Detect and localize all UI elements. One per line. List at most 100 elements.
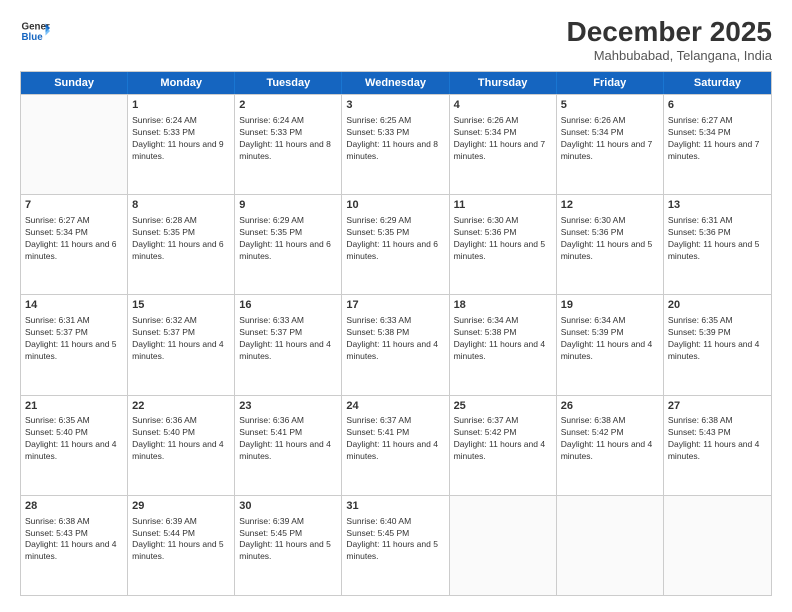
calendar-cell: 28 Sunrise: 6:38 AMSunset: 5:43 PMDayligh… <box>21 496 128 595</box>
calendar-cell: 4 Sunrise: 6:26 AMSunset: 5:34 PMDaylight… <box>450 95 557 194</box>
cell-info: Sunrise: 6:34 AMSunset: 5:38 PMDaylight:… <box>454 315 552 363</box>
day-number: 14 <box>25 298 123 313</box>
day-number: 21 <box>25 399 123 414</box>
day-number: 5 <box>561 98 659 113</box>
day-number: 1 <box>132 98 230 113</box>
day-number: 17 <box>346 298 444 313</box>
cell-info: Sunrise: 6:38 AMSunset: 5:42 PMDaylight:… <box>561 415 659 463</box>
weekday-header: Monday <box>128 72 235 94</box>
calendar-cell <box>21 95 128 194</box>
cell-info: Sunrise: 6:30 AMSunset: 5:36 PMDaylight:… <box>454 215 552 263</box>
calendar-row: 7 Sunrise: 6:27 AMSunset: 5:34 PMDaylight… <box>21 194 771 294</box>
cell-info: Sunrise: 6:35 AMSunset: 5:40 PMDaylight:… <box>25 415 123 463</box>
calendar-body: 1 Sunrise: 6:24 AMSunset: 5:33 PMDaylight… <box>21 94 771 595</box>
weekday-header: Wednesday <box>342 72 449 94</box>
calendar-row: 28 Sunrise: 6:38 AMSunset: 5:43 PMDayligh… <box>21 495 771 595</box>
calendar-cell: 12 Sunrise: 6:30 AMSunset: 5:36 PMDayligh… <box>557 195 664 294</box>
calendar-cell: 14 Sunrise: 6:31 AMSunset: 5:37 PMDayligh… <box>21 295 128 394</box>
calendar-cell: 3 Sunrise: 6:25 AMSunset: 5:33 PMDaylight… <box>342 95 449 194</box>
calendar-cell: 11 Sunrise: 6:30 AMSunset: 5:36 PMDayligh… <box>450 195 557 294</box>
day-number: 26 <box>561 399 659 414</box>
day-number: 3 <box>346 98 444 113</box>
calendar-cell: 5 Sunrise: 6:26 AMSunset: 5:34 PMDaylight… <box>557 95 664 194</box>
calendar-cell: 13Sunrise: 6:31 AMSunset: 5:36 PMDayligh… <box>664 195 771 294</box>
calendar-cell: 24Sunrise: 6:37 AMSunset: 5:41 PMDayligh… <box>342 396 449 495</box>
day-number: 4 <box>454 98 552 113</box>
logo-icon: General Blue <box>20 16 50 46</box>
day-number: 24 <box>346 399 444 414</box>
calendar-cell <box>557 496 664 595</box>
weekday-header: Saturday <box>664 72 771 94</box>
day-number: 15 <box>132 298 230 313</box>
calendar-cell: 20 Sunrise: 6:35 AMSunset: 5:39 PMDayligh… <box>664 295 771 394</box>
day-number: 25 <box>454 399 552 414</box>
logo: General Blue <box>20 16 50 46</box>
calendar-cell: 29Sunrise: 6:39 AMSunset: 5:44 PMDayligh… <box>128 496 235 595</box>
day-number: 13 <box>668 198 767 213</box>
calendar-cell: 1 Sunrise: 6:24 AMSunset: 5:33 PMDaylight… <box>128 95 235 194</box>
calendar-cell: 9Sunrise: 6:29 AMSunset: 5:35 PMDaylight… <box>235 195 342 294</box>
day-number: 31 <box>346 499 444 514</box>
calendar-cell: 16Sunrise: 6:33 AMSunset: 5:37 PMDayligh… <box>235 295 342 394</box>
weekday-header: Tuesday <box>235 72 342 94</box>
cell-info: Sunrise: 6:28 AMSunset: 5:35 PMDaylight:… <box>132 215 230 263</box>
calendar-cell <box>664 496 771 595</box>
weekday-header: Sunday <box>21 72 128 94</box>
svg-text:Blue: Blue <box>22 32 44 43</box>
title-block: December 2025 Mahbubabad, Telangana, Ind… <box>567 16 772 63</box>
cell-info: Sunrise: 6:24 AMSunset: 5:33 PMDaylight:… <box>239 115 337 163</box>
cell-info: Sunrise: 6:36 AMSunset: 5:40 PMDaylight:… <box>132 415 230 463</box>
day-number: 22 <box>132 399 230 414</box>
calendar-cell: 21Sunrise: 6:35 AMSunset: 5:40 PMDayligh… <box>21 396 128 495</box>
day-number: 7 <box>25 198 123 213</box>
calendar-cell: 30Sunrise: 6:39 AMSunset: 5:45 PMDayligh… <box>235 496 342 595</box>
cell-info: Sunrise: 6:26 AMSunset: 5:34 PMDaylight:… <box>454 115 552 163</box>
cell-info: Sunrise: 6:40 AMSunset: 5:45 PMDaylight:… <box>346 516 444 564</box>
subtitle: Mahbubabad, Telangana, India <box>567 48 772 63</box>
cell-info: Sunrise: 6:32 AMSunset: 5:37 PMDaylight:… <box>132 315 230 363</box>
day-number: 12 <box>561 198 659 213</box>
day-number: 20 <box>668 298 767 313</box>
cell-info: Sunrise: 6:33 AMSunset: 5:37 PMDaylight:… <box>239 315 337 363</box>
cell-info: Sunrise: 6:27 AMSunset: 5:34 PMDaylight:… <box>668 115 767 163</box>
cell-info: Sunrise: 6:29 AMSunset: 5:35 PMDaylight:… <box>346 215 444 263</box>
header: General Blue December 2025 Mahbubabad, T… <box>20 16 772 63</box>
weekday-header: Friday <box>557 72 664 94</box>
day-number: 19 <box>561 298 659 313</box>
cell-info: Sunrise: 6:38 AMSunset: 5:43 PMDaylight:… <box>25 516 123 564</box>
cell-info: Sunrise: 6:35 AMSunset: 5:39 PMDaylight:… <box>668 315 767 363</box>
cell-info: Sunrise: 6:31 AMSunset: 5:37 PMDaylight:… <box>25 315 123 363</box>
calendar-cell: 6 Sunrise: 6:27 AMSunset: 5:34 PMDaylight… <box>664 95 771 194</box>
cell-info: Sunrise: 6:39 AMSunset: 5:44 PMDaylight:… <box>132 516 230 564</box>
calendar-cell: 18Sunrise: 6:34 AMSunset: 5:38 PMDayligh… <box>450 295 557 394</box>
page: General Blue December 2025 Mahbubabad, T… <box>0 0 792 612</box>
cell-info: Sunrise: 6:37 AMSunset: 5:42 PMDaylight:… <box>454 415 552 463</box>
day-number: 6 <box>668 98 767 113</box>
calendar-cell <box>450 496 557 595</box>
calendar-header: SundayMondayTuesdayWednesdayThursdayFrid… <box>21 72 771 94</box>
calendar-cell: 19Sunrise: 6:34 AMSunset: 5:39 PMDayligh… <box>557 295 664 394</box>
cell-info: Sunrise: 6:33 AMSunset: 5:38 PMDaylight:… <box>346 315 444 363</box>
calendar-row: 1 Sunrise: 6:24 AMSunset: 5:33 PMDaylight… <box>21 94 771 194</box>
cell-info: Sunrise: 6:27 AMSunset: 5:34 PMDaylight:… <box>25 215 123 263</box>
cell-info: Sunrise: 6:26 AMSunset: 5:34 PMDaylight:… <box>561 115 659 163</box>
day-number: 11 <box>454 198 552 213</box>
cell-info: Sunrise: 6:39 AMSunset: 5:45 PMDaylight:… <box>239 516 337 564</box>
cell-info: Sunrise: 6:30 AMSunset: 5:36 PMDaylight:… <box>561 215 659 263</box>
cell-info: Sunrise: 6:25 AMSunset: 5:33 PMDaylight:… <box>346 115 444 163</box>
day-number: 27 <box>668 399 767 414</box>
day-number: 28 <box>25 499 123 514</box>
day-number: 9 <box>239 198 337 213</box>
calendar-cell: 17 Sunrise: 6:33 AMSunset: 5:38 PMDayligh… <box>342 295 449 394</box>
calendar-cell: 25Sunrise: 6:37 AMSunset: 5:42 PMDayligh… <box>450 396 557 495</box>
calendar-cell: 15 Sunrise: 6:32 AMSunset: 5:37 PMDayligh… <box>128 295 235 394</box>
cell-info: Sunrise: 6:24 AMSunset: 5:33 PMDaylight:… <box>132 115 230 163</box>
calendar-cell: 7 Sunrise: 6:27 AMSunset: 5:34 PMDaylight… <box>21 195 128 294</box>
weekday-header: Thursday <box>450 72 557 94</box>
calendar-cell: 2 Sunrise: 6:24 AMSunset: 5:33 PMDaylight… <box>235 95 342 194</box>
day-number: 2 <box>239 98 337 113</box>
calendar-cell: 22Sunrise: 6:36 AMSunset: 5:40 PMDayligh… <box>128 396 235 495</box>
calendar-row: 21Sunrise: 6:35 AMSunset: 5:40 PMDayligh… <box>21 395 771 495</box>
calendar-cell: 10Sunrise: 6:29 AMSunset: 5:35 PMDayligh… <box>342 195 449 294</box>
cell-info: Sunrise: 6:38 AMSunset: 5:43 PMDaylight:… <box>668 415 767 463</box>
